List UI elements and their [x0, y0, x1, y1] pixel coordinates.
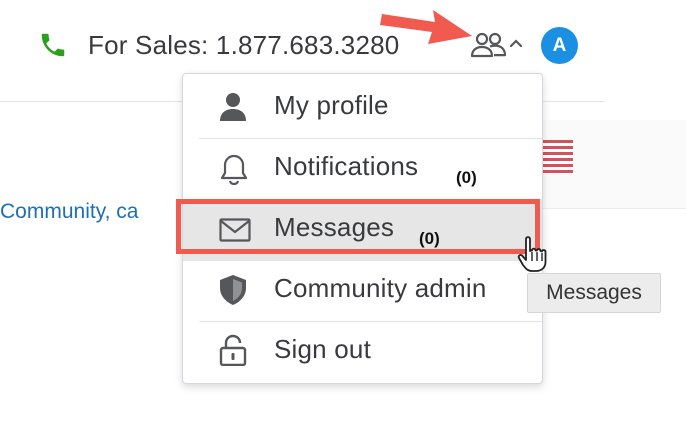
shield-icon: [220, 275, 246, 305]
menu-item-community-admin[interactable]: Community admin: [183, 261, 542, 322]
user-icon: [220, 93, 246, 121]
phone-icon: [41, 33, 65, 57]
notifications-count: (0): [456, 168, 477, 187]
pointer-arrow-annotation: [380, 10, 472, 44]
sales-phone-text: For Sales: 1.877.683.3280: [88, 30, 400, 60]
tooltip: Messages: [527, 273, 661, 313]
menu-item-label: My profile: [274, 90, 389, 120]
menu-item-label: Sign out: [274, 334, 372, 364]
bell-icon: [220, 154, 248, 186]
us-flag-icon[interactable]: [541, 140, 573, 174]
menu-item-my-profile[interactable]: My profile: [183, 78, 542, 139]
chevron-up-icon[interactable]: [509, 38, 523, 48]
lock-icon: [219, 334, 247, 366]
menu-item-notifications[interactable]: Notifications (0): [183, 139, 542, 200]
avatar[interactable]: A: [541, 27, 578, 64]
menu-item-label: Community admin: [274, 273, 487, 303]
community-link[interactable]: Community, ca: [0, 200, 138, 224]
highlight-annotation-box: [176, 199, 540, 254]
hand-cursor-icon: [517, 236, 547, 272]
menu-item-label: Notifications: [274, 151, 419, 181]
menu-item-sign-out[interactable]: Sign out: [183, 322, 542, 383]
